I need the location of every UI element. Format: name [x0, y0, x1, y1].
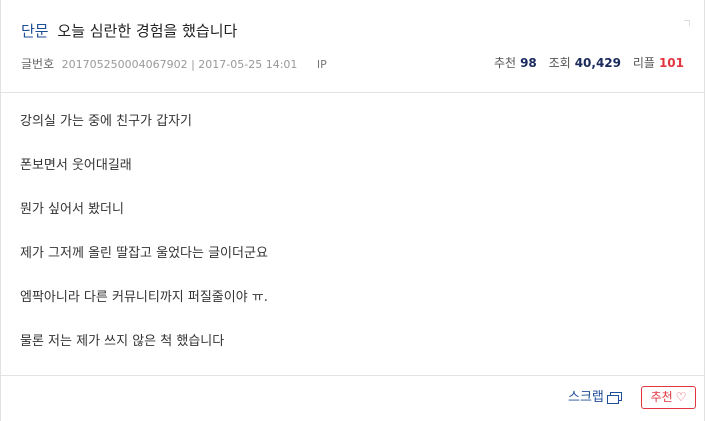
scrap-button[interactable]: 스크랩 [568, 389, 622, 407]
post-header: 단문 오늘 심란한 경험을 했습니다 글번호 20170525000406790… [1, 0, 705, 93]
post-number-label: 글번호 [21, 57, 55, 71]
post-number-and-date: 201705250004067902 | 2017-05-25 14:01 [61, 58, 298, 71]
post-body-line: 제가 그저께 올린 딸잡고 울었다는 글이더군요 [20, 246, 268, 261]
post-body-line: 강의실 가는 중에 친구가 갑자기 [20, 114, 193, 129]
post-body-line: 뭔가 싶어서 봤더니 [20, 202, 124, 217]
post-body-line: 물론 저는 제가 쓰지 않은 척 했습니다 [20, 334, 225, 349]
post-stats: 추천 98 조회 40,429 리플 101 [494, 55, 684, 71]
corner-mark-icon [684, 20, 690, 26]
heart-outline-icon: ♡ [675, 390, 687, 404]
recommend-count: 98 [520, 56, 537, 70]
post-category[interactable]: 단문 [21, 22, 49, 40]
view-count: 40,429 [574, 56, 622, 70]
post-meta: 글번호 201705250004067902 | 2017-05-25 14:0… [21, 57, 327, 72]
scrap-window-icon [606, 392, 622, 404]
recommend-count-label: 추천 [493, 56, 517, 70]
post-ip-label: IP [316, 58, 327, 71]
post-title-row: 단문 오늘 심란한 경험을 했습니다 [21, 20, 237, 42]
post-body-line: 엠팍아니라 다른 커뮤니티까지 퍼질줄이야 ㅠ. [20, 290, 268, 305]
scrap-label: 스크랩 [568, 390, 604, 405]
post-container: 단문 오늘 심란한 경험을 했습니다 글번호 20170525000406790… [0, 0, 705, 421]
view-count-label: 조회 [548, 56, 571, 70]
post-title: 오늘 심란한 경험을 했습니다 [57, 22, 238, 40]
recommend-button[interactable]: 추천 ♡ [641, 386, 696, 409]
post-footer: 스크랩 추천 ♡ [1, 377, 705, 421]
post-body-line: 폰보면서 웃어대길래 [20, 158, 132, 173]
recommend-button-label: 추천 [650, 390, 673, 404]
post-body: 강의실 가는 중에 친구가 갑자기 폰보면서 웃어대길래 뭔가 싶어서 봤더니 … [1, 94, 705, 376]
reply-count-label: 리플 [632, 56, 655, 70]
reply-count: 101 [658, 56, 684, 70]
